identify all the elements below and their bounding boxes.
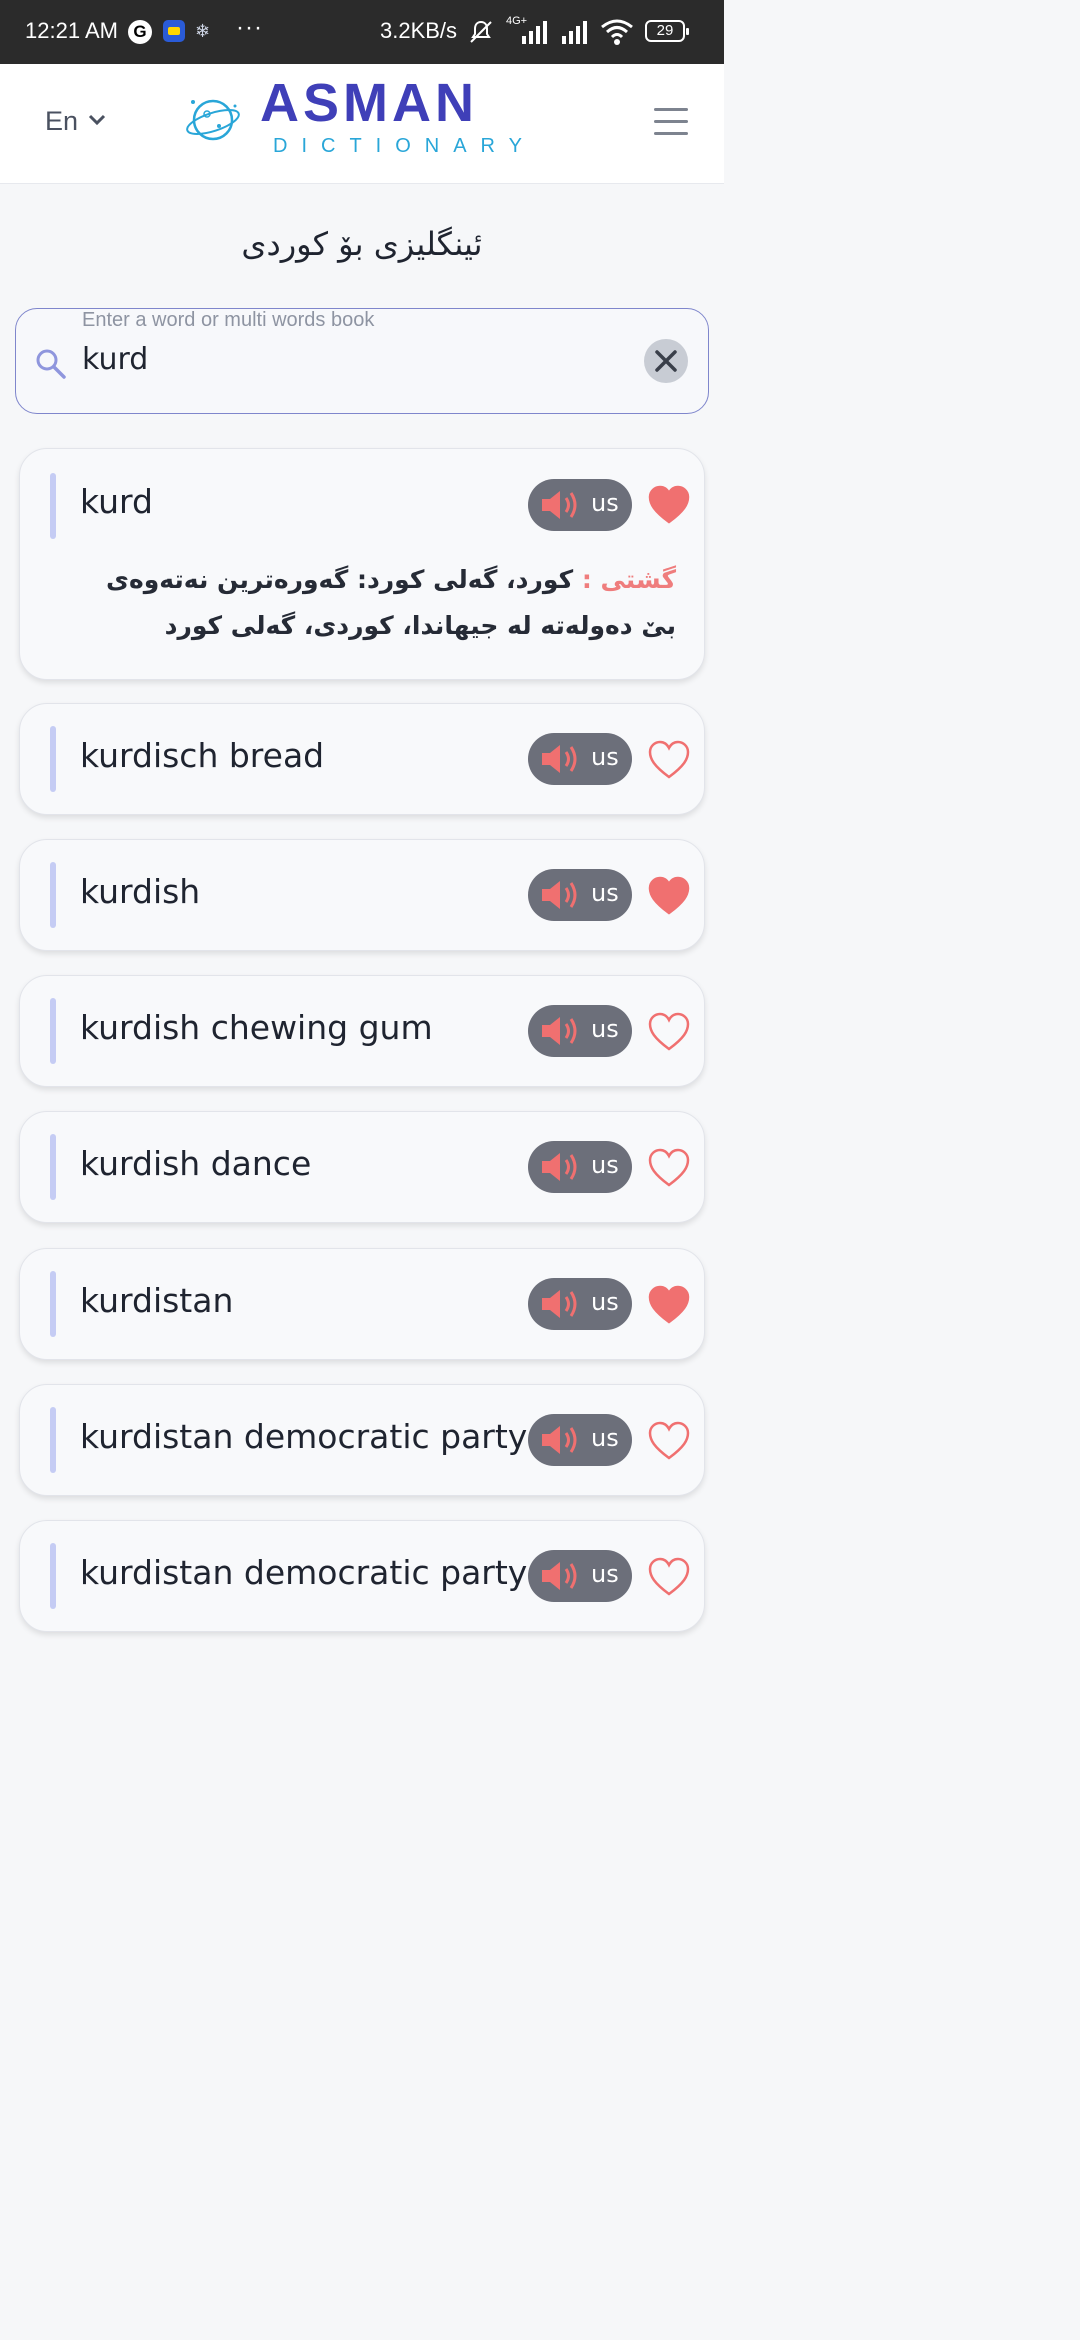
google-icon: G — [128, 20, 152, 44]
favorite-heart-outline-icon[interactable] — [648, 1148, 690, 1188]
result-card-kurd[interactable]: kurd us گشتی : کورد، گەلی کورد: گەورەتری… — [19, 448, 705, 680]
speaker-icon — [542, 1290, 577, 1318]
favorite-heart-icon[interactable] — [648, 876, 690, 916]
speaker-icon — [542, 1017, 577, 1045]
definition-tag: گشتی : — [581, 565, 676, 594]
close-icon — [655, 350, 677, 372]
result-word[interactable]: kurdish — [80, 872, 200, 911]
chevron-down-icon[interactable] — [88, 114, 106, 126]
speaker-icon — [542, 1426, 577, 1454]
app-notification-icon — [163, 20, 185, 42]
pronounce-button[interactable]: us — [528, 733, 632, 785]
page-title: ئینگلیزی بۆ کوردی — [241, 225, 483, 263]
signal-icon-2 — [562, 21, 587, 44]
result-card[interactable]: kurdish us — [19, 839, 705, 951]
definition-text: گشتی : کورد، گەلی کورد: گەورەترین نەتەوە… — [80, 557, 676, 649]
mute-icon — [470, 20, 492, 43]
wifi-icon — [601, 19, 633, 45]
card-accent-bar — [50, 1134, 56, 1200]
result-card[interactable]: kurdistan democratic party us — [19, 1384, 705, 1496]
search-icon — [36, 349, 66, 379]
network-speed: 3.2KB/s — [380, 18, 458, 43]
accent-label: us — [591, 879, 619, 907]
app-header: En ASMAN DICTIONARY — [0, 64, 724, 184]
pronounce-button[interactable]: us — [528, 1550, 632, 1602]
search-label: Enter a word or multi words book — [82, 309, 375, 331]
speaker-icon — [542, 1562, 577, 1590]
result-word[interactable]: kurdistan democratic party — [80, 1553, 527, 1592]
accent-label: us — [591, 743, 619, 771]
language-selector[interactable]: En — [45, 106, 78, 137]
result-card[interactable]: kurdisch bread us — [19, 703, 705, 815]
search-box[interactable]: Enter a word or multi words book — [15, 308, 709, 414]
card-accent-bar — [50, 473, 56, 539]
card-accent-bar — [50, 1543, 56, 1609]
favorite-heart-icon[interactable] — [648, 485, 690, 525]
speaker-icon — [542, 745, 577, 773]
pronounce-button[interactable]: us — [528, 1278, 632, 1330]
speaker-icon — [542, 881, 577, 909]
planet-logo-icon — [186, 99, 240, 141]
app-logo: ASMAN DICTIONARY — [185, 72, 525, 168]
speaker-icon — [542, 1153, 577, 1181]
card-accent-bar — [50, 862, 56, 928]
card-accent-bar — [50, 1271, 56, 1337]
favorite-heart-outline-icon[interactable] — [648, 1557, 690, 1597]
result-card[interactable]: kurdish dance us — [19, 1111, 705, 1223]
result-word[interactable]: kurdish chewing gum — [80, 1008, 433, 1047]
logo-wordmark: ASMAN — [260, 73, 478, 133]
signal-icon — [522, 21, 547, 44]
result-card[interactable]: kurdish chewing gum us — [19, 975, 705, 1087]
status-bar: 12:21 AM G ❄ ··· 3.2KB/s 4G+ 29 — [0, 0, 724, 64]
result-word[interactable]: kurdish dance — [80, 1144, 311, 1183]
card-accent-bar — [50, 1407, 56, 1473]
result-word[interactable]: kurd — [80, 482, 153, 521]
favorite-heart-outline-icon[interactable] — [648, 1421, 690, 1461]
accent-label: us — [591, 1151, 619, 1179]
pronounce-button[interactable]: us — [528, 1005, 632, 1057]
accent-label: us — [591, 1015, 619, 1043]
favorite-heart-icon[interactable] — [648, 1285, 690, 1325]
battery-icon: 29 — [645, 20, 689, 42]
weather-icon: ❄ — [195, 21, 211, 41]
pronounce-button[interactable]: us — [528, 869, 632, 921]
speaker-icon — [542, 491, 577, 519]
status-time: 12:21 AM — [25, 18, 118, 43]
accent-label: us — [591, 489, 619, 517]
favorite-heart-outline-icon[interactable] — [648, 740, 690, 780]
more-notifications-icon: ··· — [236, 14, 263, 41]
accent-label: us — [591, 1560, 619, 1588]
result-word[interactable]: kurdistan democratic party — [80, 1417, 527, 1456]
accent-label: us — [591, 1424, 619, 1452]
clear-search-button[interactable] — [644, 339, 688, 383]
result-card[interactable]: kurdistan democratic party us — [19, 1520, 705, 1632]
card-accent-bar — [50, 998, 56, 1064]
hamburger-menu-icon[interactable] — [654, 108, 690, 138]
favorite-heart-outline-icon[interactable] — [648, 1012, 690, 1052]
result-word[interactable]: kurdisch bread — [80, 736, 324, 775]
pronounce-button[interactable]: us — [528, 1141, 632, 1193]
logo-subtitle: DICTIONARY — [273, 135, 536, 157]
result-word[interactable]: kurdistan — [80, 1281, 233, 1320]
search-input[interactable] — [82, 339, 622, 379]
pronounce-button[interactable]: us — [528, 479, 632, 531]
result-card[interactable]: kurdistan us — [19, 1248, 705, 1360]
card-accent-bar — [50, 726, 56, 792]
accent-label: us — [591, 1288, 619, 1316]
pronounce-button[interactable]: us — [528, 1414, 632, 1466]
